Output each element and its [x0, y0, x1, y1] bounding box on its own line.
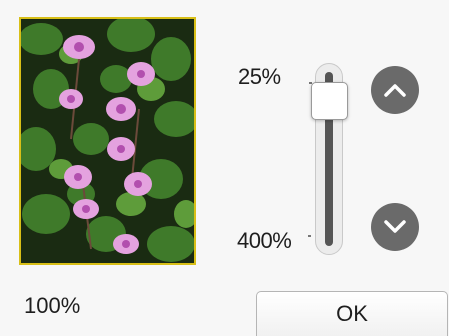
zoom-max-label: 400% — [237, 228, 292, 253]
zoom-min-label: 25% — [238, 64, 281, 89]
ok-button[interactable]: OK — [256, 291, 448, 336]
slider-tick-bottom — [308, 235, 311, 237]
zoom-up-button[interactable] — [371, 66, 419, 114]
photo-preview — [19, 17, 196, 265]
current-zoom-value: 100% — [24, 293, 81, 318]
ok-button-label: OK — [336, 301, 368, 326]
zoom-slider-thumb[interactable] — [311, 82, 348, 120]
chevron-down-icon — [384, 220, 406, 233]
photo-thumbnail — [21, 19, 194, 263]
zoom-down-button[interactable] — [371, 203, 419, 251]
chevron-up-icon — [384, 84, 406, 97]
